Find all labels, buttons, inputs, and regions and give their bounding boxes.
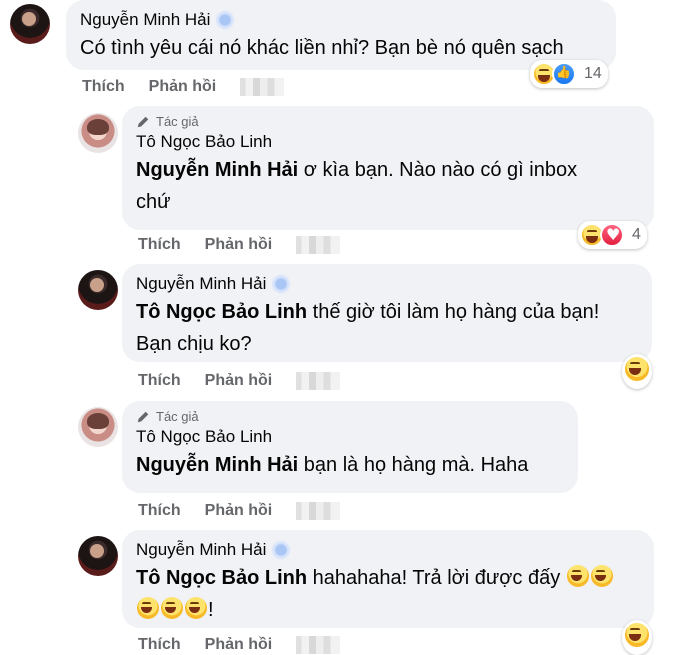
love-icon <box>600 223 624 247</box>
like-button[interactable]: Thích <box>138 502 181 520</box>
comment-text: Nguyễn Minh Hải bạn là họ hàng mà. Haha <box>136 454 529 476</box>
comment-bubble: Tác giả Tô Ngọc Bảo Linh Nguyễn Minh Hải… <box>122 401 578 493</box>
mention-link[interactable]: Tô Ngọc Bảo Linh <box>136 567 307 589</box>
comment-bubble: Nguyễn Minh Hải Có tình yêu cái nó khác … <box>66 0 616 70</box>
timestamp[interactable] <box>240 78 285 96</box>
reaction-summary[interactable] <box>622 620 652 655</box>
verified-badge <box>216 11 235 29</box>
like-icon <box>552 62 576 86</box>
mention-link[interactable]: Nguyễn Minh Hải <box>136 159 298 181</box>
haha-emoji-icon <box>161 597 183 619</box>
timestamp[interactable] <box>296 372 341 390</box>
timestamp[interactable] <box>296 636 341 654</box>
avatar[interactable] <box>78 113 118 153</box>
avatar[interactable] <box>78 407 118 447</box>
author-tag-label: Tác giả <box>156 114 199 129</box>
comment-actions: Thích Phản hồi <box>138 502 341 520</box>
author-tag: Tác giả <box>136 409 564 424</box>
avatar[interactable] <box>10 4 50 44</box>
reaction-count: 4 <box>632 226 641 243</box>
reply-button[interactable]: Phản hồi <box>205 236 273 254</box>
timestamp[interactable] <box>296 236 341 254</box>
pencil-icon <box>137 411 149 422</box>
haha-emoji-icon <box>185 597 207 619</box>
like-button[interactable]: Thích <box>138 372 181 390</box>
comment-actions: Thích Phản hồi <box>138 236 341 254</box>
like-button[interactable]: Thích <box>82 78 125 96</box>
comment-bubble: Nguyễn Minh Hải Tô Ngọc Bảo Linh thế giờ… <box>122 264 652 362</box>
comment-author[interactable]: Tô Ngọc Bảo Linh <box>136 132 272 152</box>
reply-button[interactable]: Phản hồi <box>205 372 273 390</box>
comment-text: Tô Ngọc Bảo Linh thế giờ tôi làm họ hàng… <box>136 301 600 323</box>
like-button[interactable]: Thích <box>138 636 181 654</box>
comment-author[interactable]: Nguyễn Minh Hải <box>136 540 266 560</box>
haha-emoji-icon <box>623 621 651 649</box>
comment-actions: Thích Phản hồi <box>82 78 285 96</box>
comment-bubble: Nguyễn Minh Hải Tô Ngọc Bảo Linh hahahah… <box>122 530 654 628</box>
verified-badge <box>272 275 291 293</box>
author-tag: Tác giả <box>136 114 640 129</box>
comment-actions: Thích Phản hồi <box>138 372 341 390</box>
reaction-count: 14 <box>584 65 602 82</box>
pencil-icon <box>137 116 149 127</box>
reply-button[interactable]: Phản hồi <box>205 636 273 654</box>
reaction-summary[interactable]: 4 <box>578 221 647 249</box>
comment-text-continued: chứ <box>136 191 171 213</box>
reply-button[interactable]: Phản hồi <box>149 78 217 96</box>
timestamp[interactable] <box>296 502 341 520</box>
comment-bubble: Tác giả Tô Ngọc Bảo Linh Nguyễn Minh Hải… <box>122 106 654 230</box>
comment-author[interactable]: Tô Ngọc Bảo Linh <box>136 427 272 447</box>
verified-badge <box>272 541 291 559</box>
comment-text: Có tình yêu cái nó khác liền nhỉ? Bạn bè… <box>80 37 564 59</box>
haha-emoji-icon <box>566 565 589 587</box>
author-tag-label: Tác giả <box>156 409 199 424</box>
comment-author[interactable]: Nguyễn Minh Hải <box>136 274 266 294</box>
comment-text-continued: Bạn chịu ko? <box>136 333 252 355</box>
comment-text: Nguyễn Minh Hải ơ kìa bạn. Nào nào có gì… <box>136 159 578 181</box>
haha-emoji-icon <box>623 355 651 383</box>
avatar[interactable] <box>78 270 118 310</box>
reply-button[interactable]: Phản hồi <box>205 502 273 520</box>
reaction-summary[interactable]: 14 <box>530 60 608 88</box>
like-button[interactable]: Thích <box>138 236 181 254</box>
comment-author[interactable]: Nguyễn Minh Hải <box>80 10 210 30</box>
avatar[interactable] <box>78 536 118 576</box>
haha-emoji-icon <box>590 565 613 587</box>
mention-link[interactable]: Tô Ngọc Bảo Linh <box>136 301 307 323</box>
mention-link[interactable]: Nguyễn Minh Hải <box>136 454 298 476</box>
comment-text-continued: ! <box>136 594 640 626</box>
haha-emoji-icon <box>137 597 159 619</box>
comment-text: Tô Ngọc Bảo Linh hahahaha! Trả lời được … <box>136 562 640 594</box>
comment-actions: Thích Phản hồi <box>138 636 341 654</box>
reaction-summary[interactable] <box>622 354 652 389</box>
